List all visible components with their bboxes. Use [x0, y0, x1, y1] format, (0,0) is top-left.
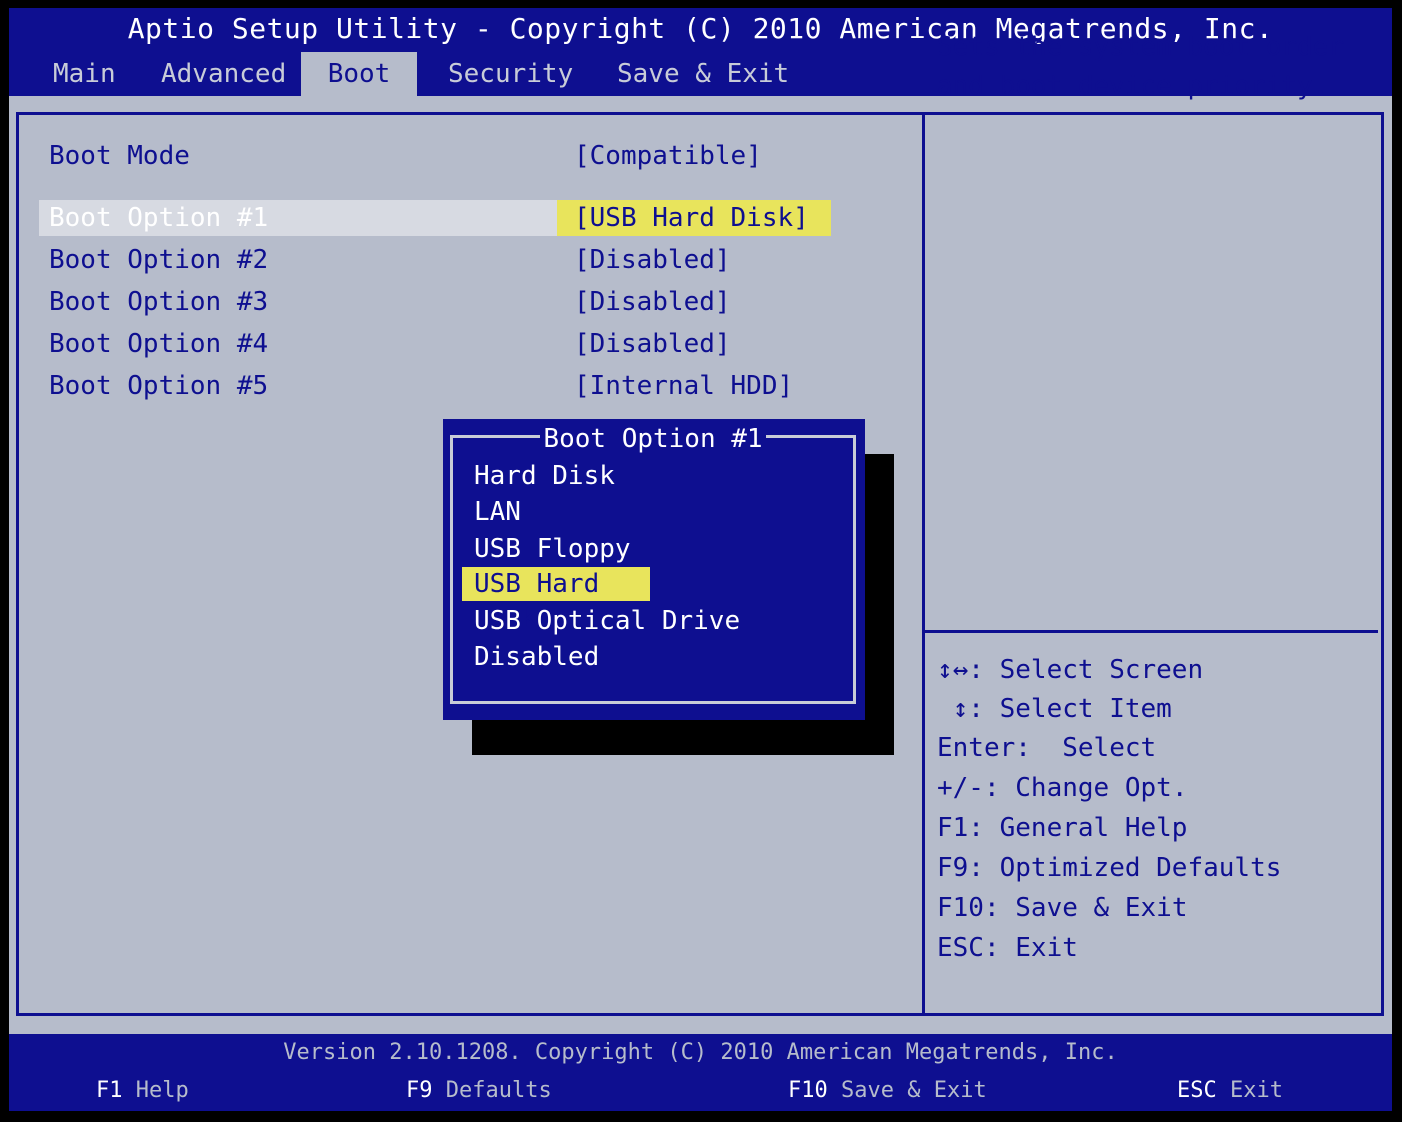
bios-screen: Aptio Setup Utility - Copyright (C) 2010… [9, 8, 1392, 1111]
tab-advanced[interactable]: Advanced [143, 52, 304, 96]
setting-label-boot-mode[interactable]: Boot Mode [49, 138, 190, 174]
boot-option-popup: Boot Option #1 Hard Disk LAN USB Floppy … [443, 419, 865, 720]
tab-security[interactable]: Security [430, 52, 591, 96]
key-legend-item: +/-: Change Opt. [937, 770, 1187, 806]
key-action: Exit [1015, 933, 1078, 963]
footer-key: F10 [788, 1078, 828, 1103]
footer-key: ESC [1177, 1078, 1217, 1103]
popup-option-disabled[interactable]: Disabled [474, 640, 599, 674]
setting-value-boot-option-5[interactable]: [Internal HDD] [574, 368, 793, 404]
key-action: Select Item [999, 694, 1172, 724]
setting-label-boot-option-1[interactable]: Boot Option #1 [49, 200, 268, 236]
key-name: ↕: [937, 694, 984, 724]
setting-label-boot-option-5[interactable]: Boot Option #5 [49, 368, 268, 404]
key-legend-item: ↕: Select Item [937, 691, 1172, 727]
footer-key-exit[interactable]: ESC Exit [1177, 1078, 1283, 1103]
version-text: Version 2.10.1208. Copyright (C) 2010 Am… [283, 1040, 1118, 1065]
tab-main[interactable]: Main [35, 52, 134, 96]
popup-option-usb-optical-drive[interactable]: USB Optical Drive [474, 604, 740, 638]
key-legend-item: Enter: Select [937, 730, 1156, 766]
setting-value-boot-option-3[interactable]: [Disabled] [574, 284, 731, 320]
key-action: Select Screen [999, 655, 1204, 685]
key-name: F9: [937, 853, 984, 883]
key-name: ↕↔: [937, 655, 984, 685]
tab-label: Save & Exit [617, 59, 790, 89]
footer-key-label: Save & Exit [841, 1078, 987, 1103]
popup-option-lan[interactable]: LAN [474, 495, 521, 529]
setting-value-boot-mode[interactable]: [Compatible] [574, 138, 762, 174]
key-name: +/-: [937, 773, 1000, 803]
key-action: Optimized Defaults [999, 853, 1282, 883]
setting-value-boot-option-2[interactable]: [Disabled] [574, 242, 731, 278]
key-name: F1: [937, 813, 984, 843]
key-action: Save & Exit [1015, 893, 1188, 923]
popup-title: Boot Option #1 [540, 419, 766, 459]
panel-divider [922, 115, 925, 1013]
footer-key-defaults[interactable]: F9 Defaults [406, 1078, 552, 1103]
key-name: F10: [937, 893, 1000, 923]
footer-key-help[interactable]: F1 Help [96, 1078, 189, 1103]
key-name: Enter: [937, 733, 1031, 763]
key-legend-item: F10: Save & Exit [937, 890, 1187, 926]
tab-label: Main [53, 59, 116, 89]
footer-key: F9 [406, 1078, 433, 1103]
key-action: General Help [999, 813, 1188, 843]
tab-label: Advanced [161, 59, 287, 89]
footer-bar: Version 2.10.1208. Copyright (C) 2010 Am… [9, 1034, 1392, 1111]
setting-value-boot-option-4[interactable]: [Disabled] [574, 326, 731, 362]
tab-boot[interactable]: Boot [301, 52, 417, 96]
popup-option-usb-hard-disk[interactable]: USB Hard Disk [462, 567, 650, 633]
footer-key-label: Help [135, 1078, 189, 1103]
key-action: Change Opt. [1015, 773, 1188, 803]
footer-key-label: Exit [1230, 1078, 1283, 1103]
help-text: Sets the system boot order and boot devi… [937, 32, 1344, 101]
footer-key-label: Defaults [445, 1078, 552, 1103]
key-legend-item: ESC: Exit [937, 930, 1078, 966]
setting-value-boot-option-1[interactable]: [USB Hard Disk] [574, 200, 809, 236]
key-legend-item: F1: General Help [937, 810, 1187, 846]
popup-option-usb-floppy[interactable]: USB Floppy [474, 532, 631, 566]
popup-option-hard-disk[interactable]: Hard Disk [474, 459, 615, 493]
setting-label-boot-option-3[interactable]: Boot Option #3 [49, 284, 268, 320]
key-action: Select [1062, 733, 1157, 763]
key-name: ESC: [937, 933, 1000, 963]
tab-save-exit[interactable]: Save & Exit [599, 52, 807, 96]
key-legend-item: ↕↔: Select Screen [937, 652, 1203, 688]
footer-key-save-exit[interactable]: F10 Save & Exit [788, 1078, 987, 1103]
footer-key: F1 [96, 1078, 123, 1103]
help-divider [925, 630, 1378, 633]
key-legend-item: F9: Optimized Defaults [937, 850, 1281, 886]
setting-label-boot-option-4[interactable]: Boot Option #4 [49, 326, 268, 362]
tab-label: Boot [327, 59, 391, 89]
tab-label: Security [448, 59, 574, 89]
setting-label-boot-option-2[interactable]: Boot Option #2 [49, 242, 268, 278]
